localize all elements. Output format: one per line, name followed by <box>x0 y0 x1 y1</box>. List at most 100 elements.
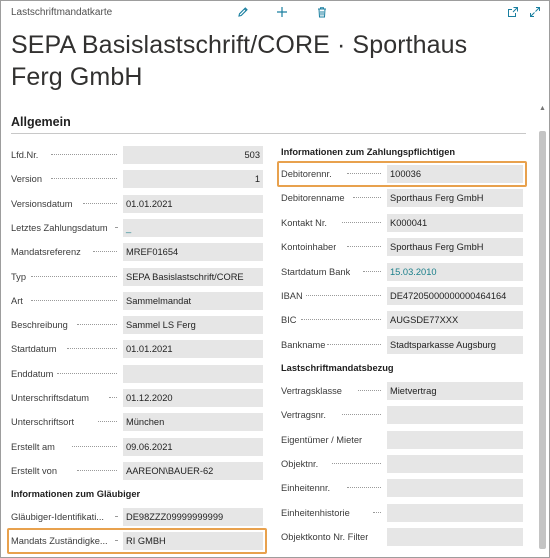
field-label[interactable]: Typ <box>11 268 26 286</box>
leader-dots <box>77 324 117 327</box>
field-objektnr: Objektnr. <box>281 454 523 479</box>
field-objektkonto-nr-filter: Objektkonto Nr. Filter <box>281 527 523 552</box>
field-value[interactable]: 01.01.2021 <box>123 340 263 359</box>
field-value[interactable] <box>387 503 523 522</box>
leader-dots <box>98 421 117 424</box>
expand-icon[interactable] <box>527 4 543 20</box>
field-typ: Typ SEPA Basislastschrift/CORE <box>11 267 263 292</box>
field-value[interactable]: _ <box>123 218 263 237</box>
field-value[interactable]: Sammelmandat <box>123 291 263 310</box>
field-label[interactable]: Lfd.Nr. <box>11 146 38 164</box>
field-label[interactable]: Startdatum Bank <box>281 263 350 281</box>
field-value[interactable]: SEPA Basislastschrift/CORE <box>123 267 263 286</box>
field-label[interactable]: Objektkonto Nr. Filter <box>281 528 368 546</box>
field-einheitenhistorie: Einheitenhistorie <box>281 503 523 528</box>
section-heading-general[interactable]: Allgemein <box>11 115 71 129</box>
field-label[interactable]: Objektnr. <box>281 455 318 473</box>
field-letztes-zahlungsdatum: Letztes Zahlungsdatum _ <box>11 218 263 243</box>
field-label[interactable]: Gläubiger-Identifikati... <box>11 508 104 526</box>
field-value[interactable] <box>387 430 523 449</box>
field-mandatsreferenz: Mandatsreferenz MREF01654 <box>11 243 263 267</box>
field-value[interactable]: Sporthaus Ferg GmbH <box>387 238 523 257</box>
field-beschreibung: Beschreibung Sammel LS Ferg <box>11 316 263 340</box>
leader-dots <box>115 516 117 519</box>
field-bankname: Bankname Stadtsparkasse Augsburg <box>281 335 523 360</box>
field-value[interactable]: Mietvertrag <box>387 382 523 400</box>
field-value[interactable]: MREF01654 <box>123 243 263 262</box>
field-value[interactable] <box>387 406 523 425</box>
field-value[interactable]: 01.12.2020 <box>123 389 263 407</box>
field-value[interactable]: 1 <box>123 170 263 189</box>
field-label[interactable]: Unterschriftsdatum <box>11 389 89 407</box>
field-value[interactable]: K000041 <box>387 213 523 232</box>
field-value[interactable] <box>387 454 523 473</box>
leader-dots <box>357 390 381 393</box>
trash-icon[interactable] <box>314 4 330 20</box>
field-label[interactable]: Vertragsklasse <box>281 382 342 400</box>
field-iban: IBAN DE47205000000000464164 <box>281 287 523 311</box>
field-value[interactable]: Sammel LS Ferg <box>123 316 263 335</box>
field-value[interactable]: AAREON\BAUER-62 <box>123 461 263 480</box>
scrollbar-thumb[interactable] <box>539 131 546 549</box>
field-label[interactable]: Erstellt von <box>11 462 57 480</box>
field-label[interactable]: Enddatum <box>11 365 53 383</box>
field-label[interactable]: Kontoinhaber <box>281 238 336 256</box>
field-erstellt-von: Erstellt von AAREON\BAUER-62 <box>11 461 263 486</box>
leader-dots <box>347 246 381 249</box>
field-label[interactable]: BIC <box>281 311 297 329</box>
highlight-box <box>277 161 527 187</box>
field-label[interactable]: Erstellt am <box>11 438 55 456</box>
leader-dots <box>108 397 117 400</box>
leader-dots <box>300 319 381 322</box>
field-value[interactable]: 503 <box>123 146 263 164</box>
field-label[interactable]: Einheitennr. <box>281 479 330 497</box>
page-caption: Lastschriftmandatkarte <box>11 7 113 18</box>
field-value[interactable]: München <box>123 413 263 432</box>
field-value[interactable]: 15.03.2010 <box>387 262 523 281</box>
field-label[interactable]: Unterschriftsort <box>11 413 74 431</box>
field-label[interactable]: Vertragsnr. <box>281 406 326 424</box>
field-enddatum: Enddatum <box>11 364 263 389</box>
scroll-up-icon[interactable]: ▲ <box>539 105 546 112</box>
field-label[interactable]: Mandatsreferenz <box>11 243 81 261</box>
field-value[interactable]: DE98ZZZ09999999999 <box>123 508 263 526</box>
field-value[interactable]: DE47205000000000464164 <box>387 287 523 305</box>
field-label[interactable]: Versionsdatum <box>11 195 73 213</box>
field-label[interactable]: Letztes Zahlungsdatum <box>11 219 108 237</box>
field-value[interactable]: Sporthaus Ferg GmbH <box>387 189 523 208</box>
field-value[interactable]: AUGSDE77XXX <box>387 311 523 330</box>
pencil-icon[interactable] <box>235 4 251 20</box>
field-label[interactable]: Art <box>11 292 23 310</box>
field-label[interactable]: IBAN <box>281 287 303 305</box>
highlight-box <box>7 528 267 555</box>
leader-dots <box>115 226 117 230</box>
field-label[interactable]: Beschreibung <box>11 316 68 334</box>
leader-dots <box>326 343 381 347</box>
field-label[interactable]: Debitorenname <box>281 189 345 207</box>
field-value[interactable] <box>123 364 263 383</box>
field-unterschriftsdatum: Unterschriftsdatum 01.12.2020 <box>11 389 263 413</box>
field-label[interactable]: Kontakt Nr. <box>281 214 327 232</box>
field-vertragsklasse: Vertragsklasse Mietvertrag <box>281 382 523 406</box>
section-divider <box>11 133 526 134</box>
plus-icon[interactable] <box>274 4 290 20</box>
field-kontakt-nr: Kontakt Nr. K000041 <box>281 213 523 238</box>
field-label[interactable]: Eigentümer / Mieter <box>281 431 362 449</box>
field-einheitennr: Einheitennr. <box>281 479 523 503</box>
popout-icon[interactable] <box>505 4 521 20</box>
leader-dots <box>72 445 117 449</box>
field-value[interactable] <box>387 479 523 498</box>
field-value[interactable]: 09.06.2021 <box>123 437 263 456</box>
leader-dots <box>305 295 381 298</box>
field-eigentümer-mieter: Eigentümer / Mieter <box>281 430 523 455</box>
field-startdatum-bank: Startdatum Bank 15.03.2010 <box>281 262 523 287</box>
field-label[interactable]: Bankname <box>281 336 325 354</box>
field-value[interactable]: Stadtsparkasse Augsburg <box>387 335 523 354</box>
leader-dots <box>30 275 117 279</box>
field-label[interactable]: Einheitenhistorie <box>281 504 350 522</box>
leader-dots <box>51 178 117 181</box>
field-label[interactable]: Startdatum <box>11 340 56 358</box>
field-label[interactable]: Version <box>11 170 42 188</box>
field-value[interactable]: 01.01.2021 <box>123 194 263 213</box>
field-value[interactable] <box>387 527 523 546</box>
